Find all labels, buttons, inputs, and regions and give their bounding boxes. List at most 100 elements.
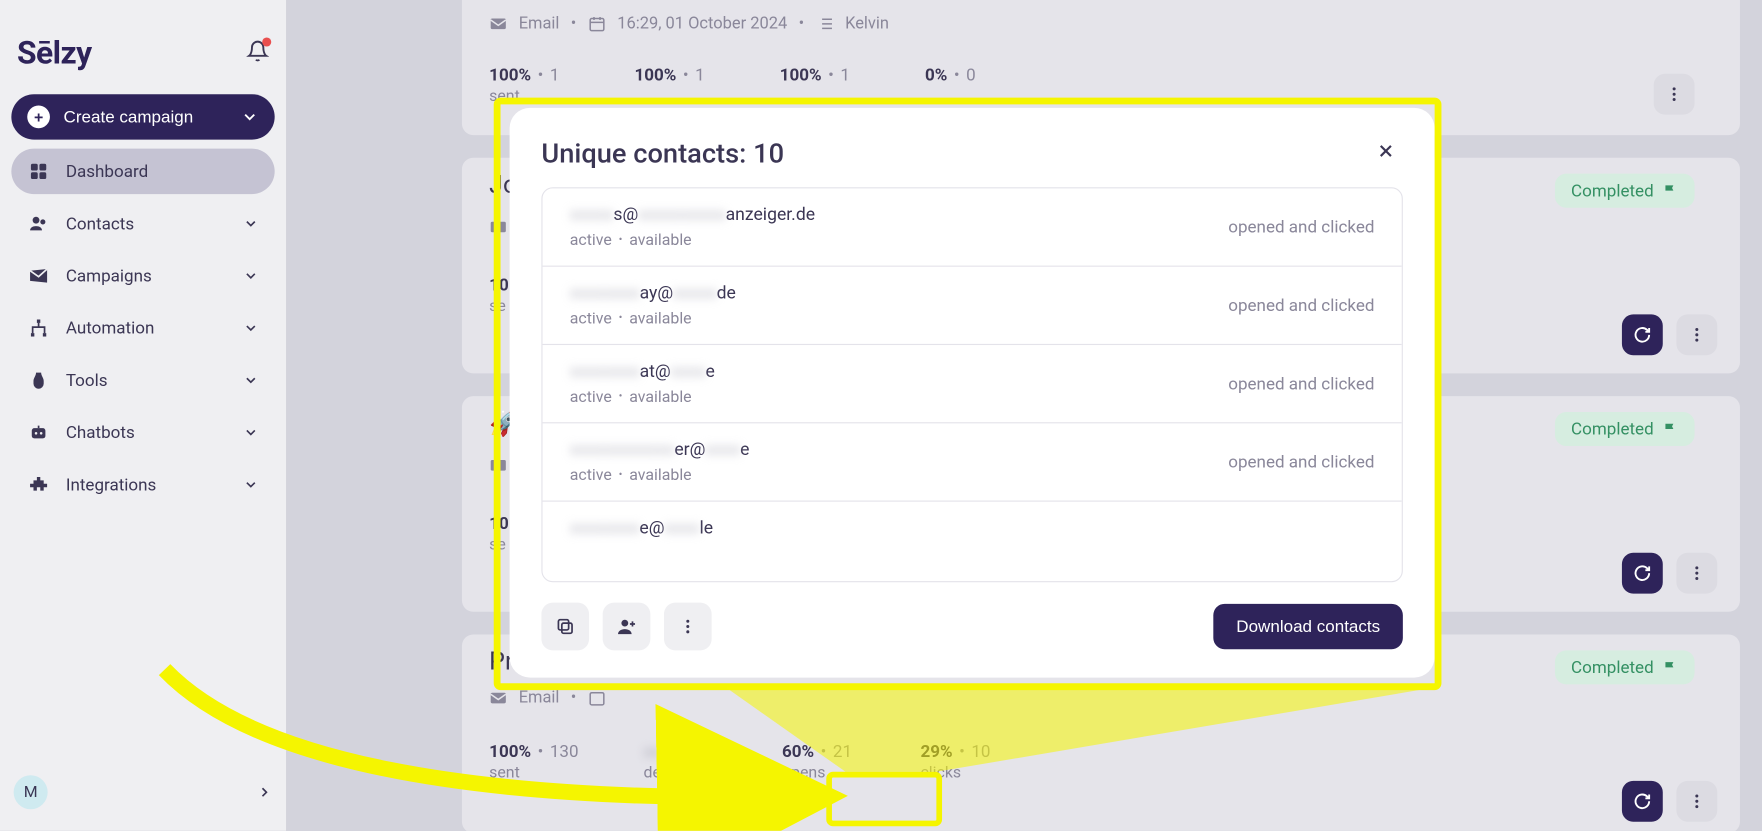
refresh-icon <box>1633 564 1651 582</box>
notifications-bell[interactable] <box>246 39 269 66</box>
envelope-icon <box>489 456 507 474</box>
refresh-icon <box>1633 792 1651 810</box>
sidebar-item-label: Automation <box>66 318 155 338</box>
channel-label: Email <box>519 688 560 707</box>
contact-sub: active•available <box>570 310 1215 328</box>
dashboard-icon <box>27 161 50 181</box>
kebab-icon <box>1665 85 1683 103</box>
kebab-icon <box>1688 564 1706 582</box>
sidebar-item-integrations[interactable]: Integrations <box>11 462 274 507</box>
campaign-more-button[interactable] <box>1676 781 1717 822</box>
kebab-icon <box>1688 326 1706 344</box>
account-menu[interactable]: M <box>14 770 273 815</box>
modal-title: Unique contacts: 10 <box>541 137 784 169</box>
stat-opens[interactable]: 100% • 1 <box>780 65 878 106</box>
create-campaign-label: Create campaign <box>64 107 194 126</box>
refresh-icon <box>1633 326 1651 344</box>
brand-logo: Sēlzy <box>17 34 91 71</box>
timestamp-label: 16:29, 01 October 2024 <box>617 14 787 33</box>
list-icon <box>816 14 834 32</box>
list-name-label: Kelvin <box>845 14 889 33</box>
sidebar-item-contacts[interactable]: Contacts <box>11 201 274 246</box>
chevron-down-icon <box>241 108 259 126</box>
chevron-down-icon <box>243 477 259 493</box>
flag-icon <box>1663 183 1679 199</box>
contact-email: xxxxxxxxxxxxer@xxxxe <box>570 439 1215 459</box>
close-icon <box>1376 141 1396 161</box>
integrations-icon <box>27 474 50 494</box>
sidebar-item-label: Campaigns <box>66 266 152 286</box>
contact-email: xxxxxxxxay@xxxxxde <box>570 283 1215 303</box>
calendar-icon <box>588 688 606 706</box>
copy-button[interactable] <box>541 603 589 651</box>
chatbots-icon <box>27 422 50 442</box>
campaigns-icon <box>27 266 50 286</box>
chevron-down-icon <box>243 424 259 440</box>
sidebar-item-label: Tools <box>66 370 108 390</box>
stat-sent[interactable]: 100% • 1 sent <box>489 65 587 106</box>
stat-clicks[interactable]: 0% • 0 <box>925 65 1023 106</box>
stat-opens[interactable]: 60% • 21 opens <box>782 741 880 782</box>
calendar-icon <box>588 14 606 32</box>
contact-status: opened and clicked <box>1228 295 1374 315</box>
contact-row[interactable]: xxxxxxxxxxxxer@xxxxe active•available open… <box>543 423 1402 501</box>
status-badge: Completed <box>1555 174 1694 208</box>
copy-icon <box>555 616 575 636</box>
tools-icon <box>27 370 50 390</box>
envelope-icon <box>489 14 507 32</box>
contact-status: opened and clicked <box>1228 217 1374 237</box>
contact-row[interactable]: xxxxxxxxat@xxxxeactive•availableopened a… <box>543 345 1402 423</box>
contacts-icon <box>27 213 50 233</box>
repeat-campaign-button[interactable] <box>1622 314 1663 355</box>
contact-status: opened and clicked <box>1228 452 1374 472</box>
contact-email: xxxxxxxxat@xxxxe <box>570 361 1215 381</box>
sidebar-item-automation[interactable]: Automation <box>11 305 274 350</box>
flag-icon <box>1663 659 1679 675</box>
chevron-down-icon <box>243 216 259 232</box>
sidebar-item-tools[interactable]: Tools <box>11 358 274 403</box>
contact-row[interactable]: xxxxxxxxay@xxxxxde active•available opened… <box>543 267 1402 345</box>
channel-label: Email <box>519 14 560 33</box>
envelope-icon <box>489 688 507 706</box>
create-campaign-button[interactable]: + Create campaign <box>11 94 274 139</box>
status-badge: Completed <box>1555 650 1694 684</box>
sidebar-item-label: Contacts <box>66 213 134 233</box>
campaign-more-button[interactable] <box>1676 553 1717 594</box>
chevron-right-icon <box>257 784 273 800</box>
sidebar-item-label: Integrations <box>66 474 156 494</box>
add-to-list-button[interactable] <box>603 603 651 651</box>
kebab-icon <box>679 617 697 635</box>
stat-delivered[interactable]: xx% • 35 delivered <box>644 741 742 782</box>
contact-row[interactable]: xxxxxxxxe@xxxxle <box>543 502 1402 554</box>
contacts-list[interactable]: xxxxxs@xxxxxxxxxxanzeiger.deactive•avail… <box>541 187 1402 582</box>
sidebar-item-campaigns[interactable]: Campaigns <box>11 253 274 298</box>
envelope-icon <box>489 218 507 236</box>
avatar: M <box>14 775 48 809</box>
sidebar-item-dashboard[interactable]: Dashboard <box>11 149 274 194</box>
sidebar-item-chatbots[interactable]: Chatbots <box>11 410 274 455</box>
contact-row[interactable]: xxxxxs@xxxxxxxxxxanzeiger.deactive•avail… <box>543 188 1402 266</box>
add-user-icon <box>616 616 636 636</box>
chevron-down-icon <box>243 372 259 388</box>
contact-sub: active•available <box>570 232 1215 250</box>
stat-clicks[interactable]: 29% • 10 clicks <box>920 741 1018 782</box>
chevron-down-icon <box>243 320 259 336</box>
repeat-campaign-button[interactable] <box>1622 781 1663 822</box>
chevron-down-icon <box>243 268 259 284</box>
stat-delivered[interactable]: 100% • 1 <box>634 65 732 106</box>
contacts-more-button[interactable] <box>664 603 712 651</box>
contact-sub: active•available <box>570 466 1215 484</box>
stat-sent[interactable]: 100% • 130 sent <box>489 741 603 782</box>
sidebar-item-label: Chatbots <box>66 422 135 442</box>
flag-icon <box>1663 421 1679 437</box>
campaign-more-button[interactable] <box>1654 74 1695 115</box>
automation-icon <box>27 318 50 338</box>
status-badge: Completed <box>1555 412 1694 446</box>
repeat-campaign-button[interactable] <box>1622 553 1663 594</box>
download-contacts-button[interactable]: Download contacts <box>1214 604 1403 649</box>
contact-email: xxxxxxxxe@xxxxle <box>570 518 1375 538</box>
sidebar: Sēlzy + Create campaign Dashboard Contac… <box>0 0 286 831</box>
campaign-more-button[interactable] <box>1676 314 1717 355</box>
close-button[interactable] <box>1369 137 1403 169</box>
contact-status: opened and clicked <box>1228 373 1374 393</box>
